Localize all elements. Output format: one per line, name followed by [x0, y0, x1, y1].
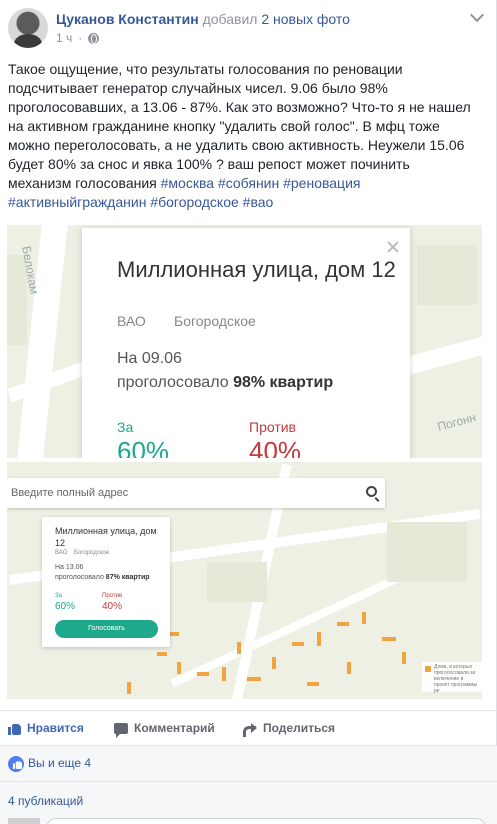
post-header: Цуканов Константин добавил 2 новых фото	[56, 11, 350, 27]
street-label: Погонн	[435, 410, 478, 434]
hashtags[interactable]: #москва #собянин #реновация	[161, 175, 361, 191]
comment-label: Комментарий	[134, 721, 215, 735]
area-label: Богородское	[174, 313, 256, 329]
post-text-line: Такое ощущение, что результаты голосован…	[8, 61, 403, 77]
author-avatar[interactable]	[8, 8, 48, 48]
reactions-count[interactable]: Вы и еще 4	[28, 756, 91, 770]
area-label: Богородское	[74, 550, 110, 556]
chevron-down-icon[interactable]	[469, 7, 485, 23]
viewer-avatar	[8, 818, 40, 824]
address-search-bar	[7, 478, 385, 508]
thumbs-up-icon	[8, 722, 21, 735]
post-text-line: проголосовавших, а 13.06 - 87%. Как это …	[8, 99, 471, 115]
post-text-line: механизм голосования #москва #собянин #р…	[8, 174, 488, 193]
legend-swatch	[425, 666, 431, 672]
against-label: Против	[102, 593, 123, 599]
post-text-line: подсчитывает генератор случайных чисел. …	[8, 80, 388, 96]
district-label: ВАО	[55, 550, 68, 556]
share-button[interactable]: Поделиться	[243, 711, 335, 745]
building-marker	[307, 682, 319, 686]
against-label: Против	[249, 419, 296, 435]
building-marker	[362, 612, 366, 624]
like-button[interactable]: Нравится	[8, 711, 84, 745]
building-marker	[222, 667, 226, 681]
vote-date: На 13.06	[55, 564, 84, 571]
building-title: Миллионная улица, дом 12	[55, 526, 157, 548]
shares-count[interactable]: 4 публикаций	[8, 794, 83, 808]
map-block	[417, 245, 477, 305]
comment-composer	[0, 814, 497, 824]
post-action-text: добавил	[202, 11, 258, 27]
like-reaction-icon	[8, 756, 24, 772]
new-photos-link[interactable]: 2 новых фото	[261, 11, 350, 27]
post-text: Такое ощущение, что результаты голосован…	[8, 60, 488, 212]
post-text-line: на активном гражданине кнопку "удалить с…	[8, 118, 440, 134]
building-marker	[292, 642, 304, 646]
map-legend: Дома, в которых проголосовали за включен…	[422, 662, 482, 694]
against-value: 40%	[249, 436, 302, 458]
building-marker	[157, 652, 167, 656]
building-marker	[337, 622, 349, 626]
search-icon[interactable]	[366, 486, 377, 497]
voted-share: проголосовало 87% квартир	[55, 574, 150, 581]
building-marker	[127, 682, 131, 694]
voted-share: проголосовало 98% квартир	[117, 374, 334, 391]
map-block	[207, 562, 267, 602]
building-marker	[317, 632, 321, 646]
building-marker	[402, 652, 406, 664]
author-name[interactable]: Цуканов Константин	[56, 11, 199, 27]
post-timestamp[interactable]: 1 ч	[56, 31, 72, 45]
map-block	[387, 522, 467, 582]
building-marker	[272, 657, 276, 669]
post-text-line: будет 80% за снос и явка 100% ? ваш репо…	[8, 156, 410, 172]
share-icon	[243, 722, 257, 737]
building-marker	[347, 662, 351, 674]
building-marker	[382, 637, 396, 641]
post-text-line: можно переголосовать, а не удалить свою …	[8, 137, 465, 153]
for-value: 60%	[55, 601, 76, 612]
photo-1[interactable]: Белокам Погонн Миллионная улица, дом 12 …	[7, 225, 482, 458]
address-search-input[interactable]	[7, 478, 357, 508]
against-value: 40%	[102, 601, 123, 612]
building-marker	[237, 642, 241, 654]
photo-2[interactable]: Миллионная улица, дом 12 ВАО Богородское…	[7, 462, 482, 699]
map-road	[406, 333, 482, 375]
legend-text: Дома, в которых проголосовали за включен…	[434, 664, 478, 694]
globe-icon[interactable]	[88, 32, 100, 44]
post-actions: Нравится Комментарий Поделиться	[0, 710, 497, 746]
for-label: За	[117, 419, 134, 435]
for-label: За	[55, 593, 62, 599]
building-title: Миллионная улица, дом 12	[117, 257, 396, 282]
comment-button[interactable]: Комментарий	[114, 711, 215, 745]
post-meta: 1 ч ·	[56, 31, 100, 45]
building-marker	[197, 672, 209, 676]
for-value: 60%	[117, 436, 170, 458]
building-marker	[177, 662, 181, 674]
post-text-fragment: механизм голосования	[8, 175, 161, 191]
hashtags[interactable]: #активныйгражданин #богородское #вао	[8, 193, 488, 212]
building-card: Миллионная улица, дом 12 ВАО Богородское…	[82, 228, 410, 458]
vote-button[interactable]: Голосовать	[55, 620, 158, 638]
shares-row: 4 публикаций	[0, 782, 497, 818]
like-label: Нравится	[27, 721, 84, 735]
share-label: Поделиться	[263, 721, 336, 735]
reactions-row: Вы и еще 4	[0, 746, 497, 782]
comment-input[interactable]	[46, 818, 486, 824]
district-label: ВАО	[117, 313, 146, 329]
vote-date: На 09.06	[117, 350, 182, 367]
building-card: Миллионная улица, дом 12 ВАО Богородское…	[42, 517, 170, 647]
feed-post: Цуканов Константин добавил 2 новых фото …	[0, 0, 497, 824]
comment-icon	[114, 722, 128, 738]
close-icon[interactable]	[386, 240, 400, 254]
building-marker	[247, 677, 261, 681]
